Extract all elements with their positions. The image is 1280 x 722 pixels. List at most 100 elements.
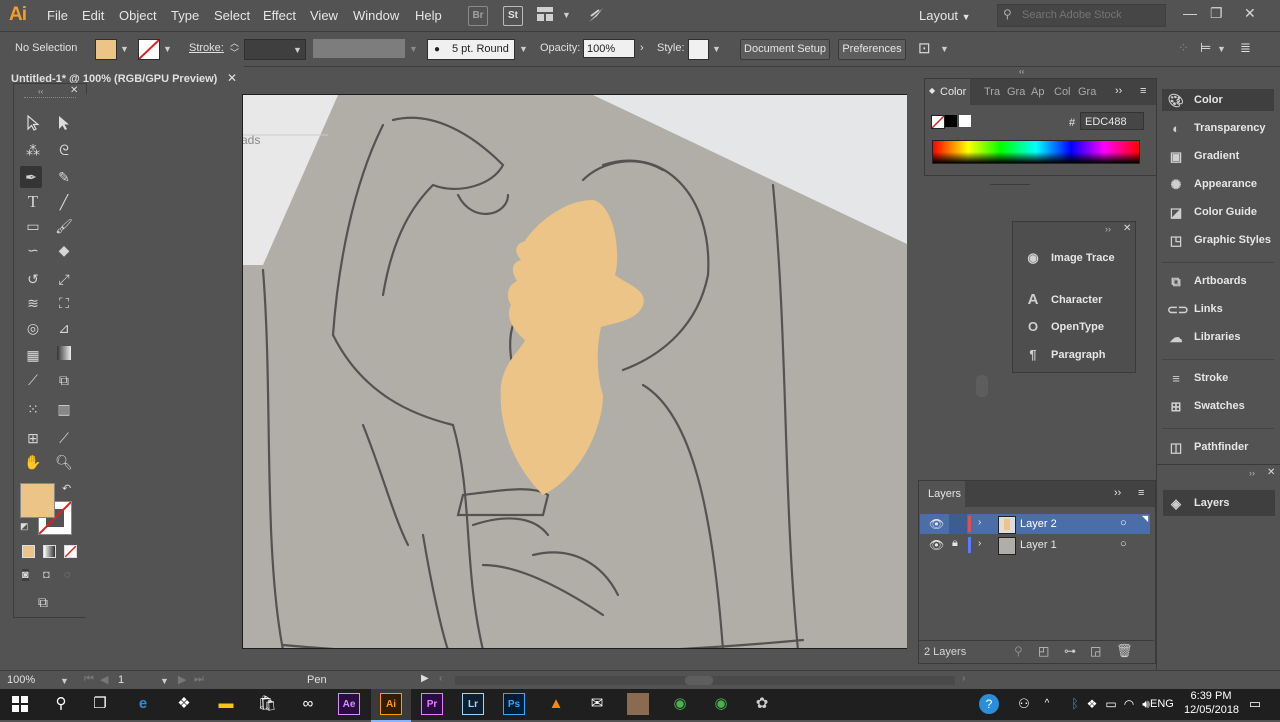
notifications-icon[interactable]: ▭ (1244, 693, 1266, 715)
selection-tool-icon[interactable] (22, 114, 44, 137)
chevron-down-icon[interactable]: ▼ (120, 44, 129, 54)
panel-character[interactable]: A Character (1024, 291, 1103, 308)
screen-mode-icon[interactable]: ⧉ (38, 594, 48, 611)
selection-indicator-icon[interactable]: ◥ (1142, 514, 1148, 523)
next-artboard-icon[interactable]: ▶ (178, 673, 186, 686)
clipping-mask-icon[interactable]: ◰ (1038, 644, 1049, 658)
menu-window[interactable]: Window (353, 8, 399, 23)
panel-menu-icon[interactable]: ≡ (1140, 85, 1146, 97)
variable-width-profile[interactable] (313, 39, 405, 58)
chevron-down-icon[interactable]: ▼ (562, 10, 571, 20)
width-tool-icon[interactable]: ≋ (22, 292, 44, 314)
color-mode-icon[interactable] (22, 545, 35, 558)
expand-icon[interactable]: ›› (1105, 224, 1111, 234)
chevron-down-icon[interactable]: ▼ (940, 44, 949, 54)
tab-layers[interactable]: Layers (928, 488, 961, 500)
first-artboard-icon[interactable]: ⏮ (84, 673, 94, 686)
target-icon[interactable]: ○ (1120, 538, 1127, 550)
close-icon[interactable]: ✕ (1123, 223, 1131, 234)
workspace-switcher[interactable]: Layout ▼ (919, 8, 971, 23)
eyedropper-icon[interactable]: ⟋ (22, 369, 44, 391)
chevron-down-icon[interactable]: ▼ (163, 44, 172, 54)
paintbrush-icon[interactable]: 🖌 (53, 215, 75, 237)
premiere-icon[interactable]: Pr (421, 693, 443, 715)
language-indicator[interactable]: ENG (1150, 698, 1174, 710)
rotate-tool-icon[interactable]: ↺ (22, 268, 44, 290)
skin-fill-shape[interactable] (500, 200, 644, 495)
symbol-sprayer-icon[interactable]: ⁙ (22, 398, 44, 420)
stroke-stepper[interactable]: ︿ ﹀ (230, 38, 239, 58)
menu-view[interactable]: View (310, 8, 338, 23)
lasso-icon[interactable]: ᘓ (53, 139, 75, 161)
trash-icon[interactable]: 🗑︎ (1116, 643, 1133, 659)
new-layer-icon[interactable]: ◲ (1090, 644, 1101, 658)
dock-swatches[interactable]: ⊞ Swatches (1167, 399, 1245, 414)
infinity-icon[interactable]: ∞ (297, 693, 319, 715)
slice-tool-icon[interactable]: ⟋ (53, 427, 75, 449)
chevron-down-icon[interactable]: ▼ (409, 44, 418, 54)
opacity-field[interactable]: 100% (583, 39, 635, 58)
dock-appearance[interactable]: ✺ Appearance (1167, 177, 1257, 192)
eraser-icon[interactable]: ◆ (53, 239, 75, 261)
task-view-icon[interactable]: ❐ (89, 693, 111, 715)
layer-name[interactable]: Layer 1 (1020, 539, 1057, 551)
menu-select[interactable]: Select (214, 8, 250, 23)
photoshop-icon[interactable]: Ps (503, 693, 525, 715)
prev-artboard-icon[interactable]: ◀ (100, 673, 108, 686)
none-swatch[interactable] (931, 115, 945, 129)
minimize-icon[interactable]: — (1183, 5, 1197, 21)
close-icon[interactable]: ✕ (227, 71, 237, 85)
pen-tool-icon[interactable]: ✒ (20, 166, 42, 188)
artboard[interactable]: ads (242, 94, 908, 649)
draw-normal-icon[interactable]: ◙ (22, 569, 29, 581)
dropbox-icon[interactable]: ❖ (173, 693, 195, 715)
color-spectrum[interactable] (932, 140, 1140, 164)
lock-icon[interactable]: 🔒︎ (952, 537, 958, 550)
people-icon[interactable]: ⚇ (1013, 693, 1035, 715)
stock-icon[interactable]: St (503, 6, 523, 26)
search-icon[interactable]: ⚲ (50, 693, 72, 715)
dock-color[interactable]: 🎨︎ Color (1167, 93, 1223, 108)
chevron-right-icon[interactable]: › (978, 538, 981, 549)
direct-selection-tool-icon[interactable] (53, 115, 75, 137)
chevron-down-icon[interactable]: ▼ (1217, 44, 1226, 54)
menu-file[interactable]: File (47, 8, 68, 23)
mail-icon[interactable]: ✉ (586, 693, 608, 715)
menu-edit[interactable]: Edit (82, 8, 104, 23)
zoom-tool-icon[interactable]: 🔍︎ (53, 451, 75, 473)
horizontal-scrollbar[interactable] (455, 676, 955, 685)
status-menu-icon[interactable]: ▶ (421, 673, 429, 684)
new-sublayer-icon[interactable]: ⊶ (1064, 644, 1076, 658)
stock-search[interactable]: ⚲ (997, 4, 1166, 27)
draw-behind-icon[interactable]: ◘ (43, 569, 50, 581)
layer-row-1[interactable]: 👁︎ 🔒︎ › Layer 1 ○ (920, 535, 1150, 555)
dock-color-guide[interactable]: ◪ Color Guide (1167, 205, 1257, 220)
layer-name[interactable]: Layer 2 (1020, 518, 1057, 530)
expand-icon[interactable]: ›› (1249, 468, 1255, 478)
free-transform-icon[interactable]: ⛶ (53, 292, 75, 314)
last-artboard-icon[interactable]: ⏭ (194, 673, 204, 686)
menu-effect[interactable]: Effect (263, 8, 296, 23)
dock-layers[interactable]: ◈ Layers (1167, 496, 1229, 511)
eye-icon[interactable]: 👁︎ (929, 538, 944, 552)
scroll-thumb[interactable] (685, 676, 713, 685)
style-swatch[interactable] (688, 39, 709, 60)
gradient-mode-icon[interactable] (43, 545, 56, 558)
isolate-icon[interactable]: ⁘ (1178, 40, 1189, 56)
default-colors-icon[interactable]: ◩ (20, 521, 29, 532)
arrange-documents-icon[interactable] (537, 7, 553, 21)
dock-transparency[interactable]: ◐ Transparency (1167, 121, 1265, 136)
edge-icon[interactable]: e (132, 693, 154, 715)
collapse-icon[interactable]: ‹‹ (1019, 67, 1024, 76)
artboard-number[interactable]: 1 (118, 674, 124, 686)
help-icon[interactable]: ? (979, 694, 999, 714)
store-icon[interactable]: 🛍︎ (256, 693, 278, 715)
stroke-weight-field[interactable]: ▼ (244, 39, 306, 60)
hex-input[interactable]: EDC488 (1080, 112, 1144, 130)
black-swatch[interactable] (945, 115, 957, 127)
tray-chevron-icon[interactable]: ^ (1036, 693, 1058, 715)
user-app-icon[interactable] (627, 693, 649, 715)
close-icon[interactable]: ✕ (70, 85, 78, 96)
tab-graphic-styles[interactable]: Gra (1078, 86, 1096, 98)
windows-start-icon[interactable] (9, 693, 31, 715)
